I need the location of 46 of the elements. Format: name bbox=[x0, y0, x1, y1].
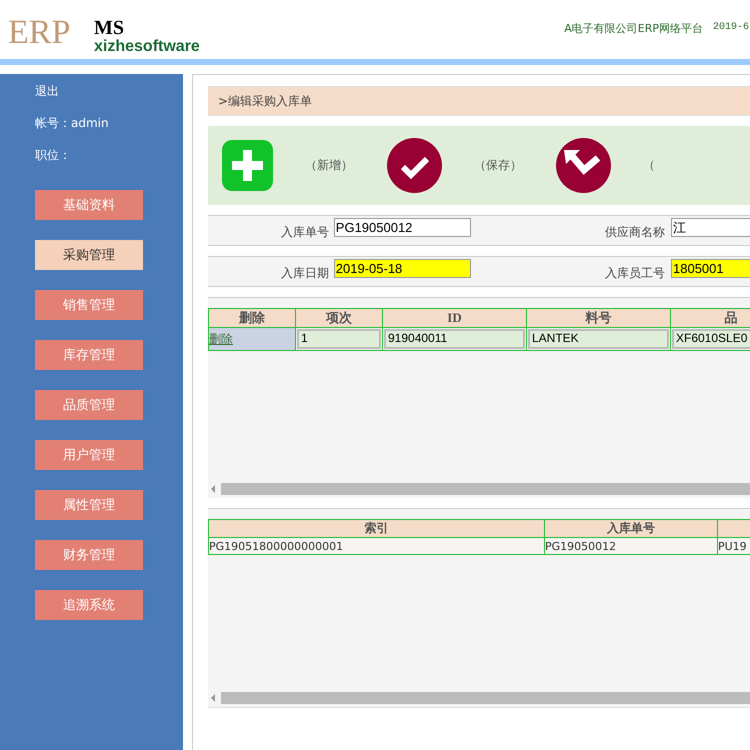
table-cell: PG19051800000000001 bbox=[208, 538, 544, 554]
company-title: A电子有限公司ERP网络平台 bbox=[564, 21, 703, 36]
account-text: 帐号：admin bbox=[35, 115, 109, 132]
menu-button[interactable]: 属性管理 bbox=[35, 490, 143, 520]
menu-button[interactable]: 追溯系统 bbox=[35, 590, 143, 620]
column-header: 索引 bbox=[208, 520, 544, 538]
logout-link[interactable]: 退出 bbox=[35, 83, 59, 115]
column-header: 项次 bbox=[296, 308, 382, 328]
field-label: 入库日期 bbox=[280, 265, 329, 282]
menu-button[interactable]: 用户管理 bbox=[35, 440, 143, 470]
column-header: 料号 bbox=[526, 308, 670, 328]
menu-button[interactable]: 品质管理 bbox=[35, 390, 143, 420]
text-field[interactable]: 1805001 bbox=[671, 259, 750, 278]
add-icon[interactable] bbox=[222, 140, 273, 191]
cell-field[interactable]: 919040011 bbox=[384, 329, 525, 349]
checkmark-icon[interactable] bbox=[387, 138, 442, 193]
toolbar-label: （ bbox=[643, 157, 655, 174]
field-label: 入库单号 bbox=[280, 224, 329, 241]
delete-link[interactable]: 删除 bbox=[209, 332, 233, 346]
text-field[interactable]: PG19050012 bbox=[334, 218, 471, 237]
date-text: 2019-6 bbox=[712, 22, 749, 33]
cell-field[interactable]: XF6010SLE0 bbox=[672, 329, 750, 349]
column-header: ID bbox=[382, 308, 526, 328]
text-field[interactable]: 2019-05-18 bbox=[334, 259, 471, 278]
brand-name: MS bbox=[94, 18, 125, 38]
position-text: 职位： bbox=[35, 147, 71, 164]
column-header: 删除 bbox=[208, 308, 296, 328]
menu-button[interactable]: 销售管理 bbox=[35, 290, 143, 320]
menu-button[interactable]: 财务管理 bbox=[35, 540, 143, 570]
menu-button[interactable]: 库存管理 bbox=[35, 340, 143, 370]
toolbar-label: （新增） bbox=[305, 157, 354, 174]
field-label: 入库员工号 bbox=[604, 265, 665, 282]
menu-button[interactable]: 基础资料 bbox=[35, 190, 143, 220]
erp-logo: ERP bbox=[8, 14, 72, 52]
brand-subtitle: xizhesoftware bbox=[94, 38, 200, 56]
cell-field[interactable]: 1 bbox=[297, 329, 381, 349]
toolbar-label: （保存） bbox=[474, 157, 523, 174]
field-label: 供应商名称 bbox=[604, 224, 665, 241]
text-field[interactable]: 江 bbox=[671, 218, 750, 237]
column-header: 入库单号 bbox=[544, 520, 718, 538]
cell-field[interactable]: LANTEK bbox=[528, 329, 669, 349]
menu-button[interactable]: 采购管理 bbox=[35, 240, 143, 270]
breadcrumb-text: >编辑采购入库单 bbox=[218, 93, 312, 110]
column-header: 品 bbox=[670, 308, 750, 328]
table-cell: PG19050012 bbox=[544, 538, 718, 554]
table-cell: PU19 bbox=[718, 538, 750, 554]
